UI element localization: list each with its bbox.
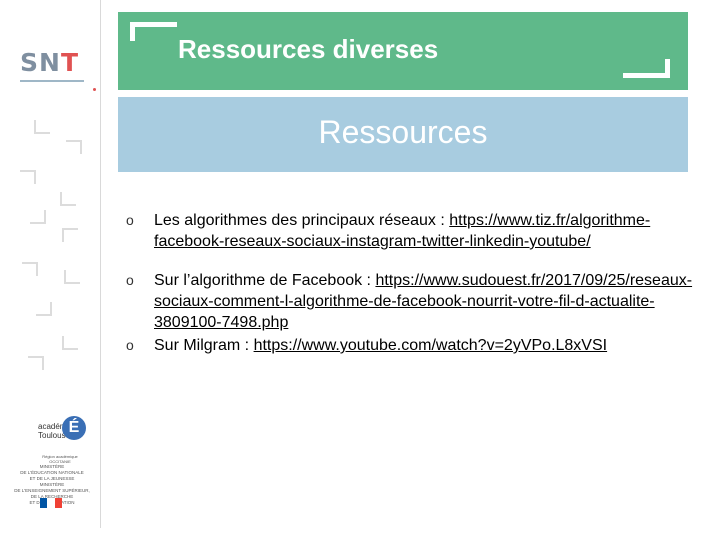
french-flag-icon [40,498,62,508]
academy-e-icon: É [62,416,86,440]
list-item-text: Sur l’algorithme de Facebook : https://w… [154,270,696,333]
slide-header: Ressources diverses [118,12,688,90]
decor-bracket [28,356,44,370]
decor-bracket [30,210,46,224]
list-item-text: Les algorithmes des principaux réseaux :… [154,210,696,252]
list-item: o Sur l’algorithme de Facebook : https:/… [126,270,696,333]
resource-list: o Les algorithmes des principaux réseaux… [126,210,696,356]
flag-stripe [47,498,55,508]
section-band: Ressources [118,97,688,172]
list-item-prefix: Les algorithmes des principaux réseaux : [154,212,450,229]
decor-bracket [66,140,82,154]
bullet: o [126,212,134,228]
bullet: o [126,272,134,288]
snt-logo-text: SN [20,48,61,77]
flag-stripe [40,498,48,508]
snt-logo-accent: T [60,48,79,77]
header-bracket-bottom-right [623,59,670,78]
list-item: o Les algorithmes des principaux réseaux… [126,210,696,252]
snt-logo-underline [20,80,84,82]
slide-title: Ressources diverses [178,34,439,64]
list-item-text: Sur Milgram : https://www.youtube.com/wa… [154,335,696,356]
list-item-prefix: Sur Milgram : [154,337,254,354]
decor-bracket [36,302,52,316]
snt-logo: SNT [20,48,79,77]
snt-logo-dot [93,88,96,91]
list-item-prefix: Sur l’algorithme de Facebook : [154,272,376,289]
decor-bracket [60,192,76,206]
decor-bracket [64,270,80,284]
academy-logo-block: académie Toulouse É Région académique OC… [0,410,100,520]
decor-bracket [22,262,38,276]
decor-bracket [62,228,78,242]
academy-subtitle: Région académique OCCITANIE [42,454,78,464]
left-sidebar: SNT académie Toulouse É Région académiqu… [0,0,101,528]
resource-link[interactable]: https://www.youtube.com/watch?v=2yVPo.L8… [254,337,608,354]
list-item: o Sur Milgram : https://www.youtube.com/… [126,335,696,356]
header-bracket-top-left [130,22,177,41]
section-title: Ressources [318,114,488,150]
decor-bracket [34,120,50,134]
decor-bracket [62,336,78,350]
bullet: o [126,337,134,353]
flag-stripe [54,498,62,508]
decor-bracket [20,170,36,184]
